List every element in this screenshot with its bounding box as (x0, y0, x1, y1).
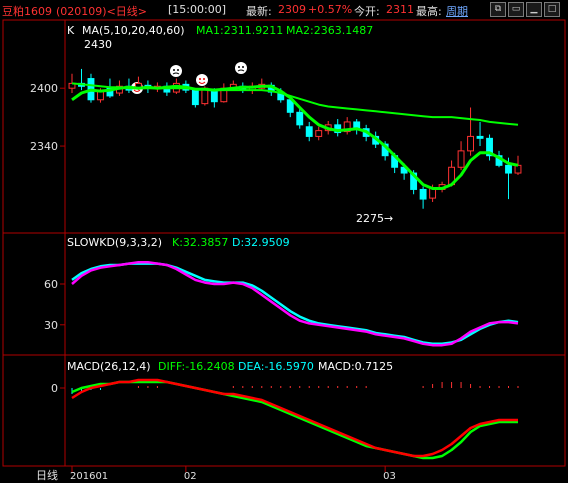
legend-slowkd-k: K:32.3857 (172, 236, 228, 249)
candle-body (467, 135, 474, 152)
candle-body (457, 150, 465, 168)
candle-body (296, 111, 304, 126)
candle-body (505, 164, 512, 174)
slowkd-k-line (71, 260, 519, 347)
candle-body (191, 89, 199, 106)
kd-tick-label: 30 (44, 319, 58, 332)
period-label: 日线 (36, 468, 58, 482)
legend-ma1: MA1:2311.9211 (196, 24, 283, 37)
legend-dea: DEA:-16.5970 (238, 360, 314, 373)
candle-body (305, 126, 313, 137)
macd-dea-line (71, 380, 518, 460)
smile-icon (196, 74, 208, 86)
legend-ma-params: MA(5,10,20,40,60) (82, 24, 185, 37)
slowkd-d-line (71, 262, 519, 346)
legend-ma2: MA2:2363.1487 (286, 24, 373, 37)
legend-k: K (67, 24, 75, 37)
x-tick-label: 02 (184, 471, 197, 482)
legend-macd-value: MACD:0.7125 (318, 360, 393, 373)
candle-body (514, 164, 522, 174)
candle-body (210, 89, 218, 103)
legend-macd: MACD(26,12,4) (67, 360, 151, 373)
macd-tick-label: 0 (51, 382, 58, 395)
legend-slowkd-d: D:32.9509 (232, 236, 290, 249)
candle-body (476, 135, 484, 139)
x-tick-label: 03 (383, 471, 396, 482)
candle-body (315, 130, 323, 137)
legend-diff: DIFF:-16.2408 (158, 360, 235, 373)
macd-diff-line (71, 378, 518, 458)
x-tick-label: 201601 (70, 471, 108, 482)
legend-slowkd: SLOWKD(9,3,3,2) (67, 236, 162, 249)
candle-body (419, 188, 427, 200)
high-annotation: 2430 (84, 38, 112, 51)
price-tick-label: 2340 (30, 140, 58, 153)
face-icon (235, 62, 247, 74)
kline-chart[interactable]: K MA(5,10,20,40,60) MA1:2311.9211 MA2:23… (0, 0, 568, 483)
price-tick-label: 2400 (30, 82, 58, 95)
face-icon (170, 65, 182, 77)
kd-tick-label: 60 (44, 278, 58, 291)
low-annotation: 2275→ (356, 212, 393, 225)
